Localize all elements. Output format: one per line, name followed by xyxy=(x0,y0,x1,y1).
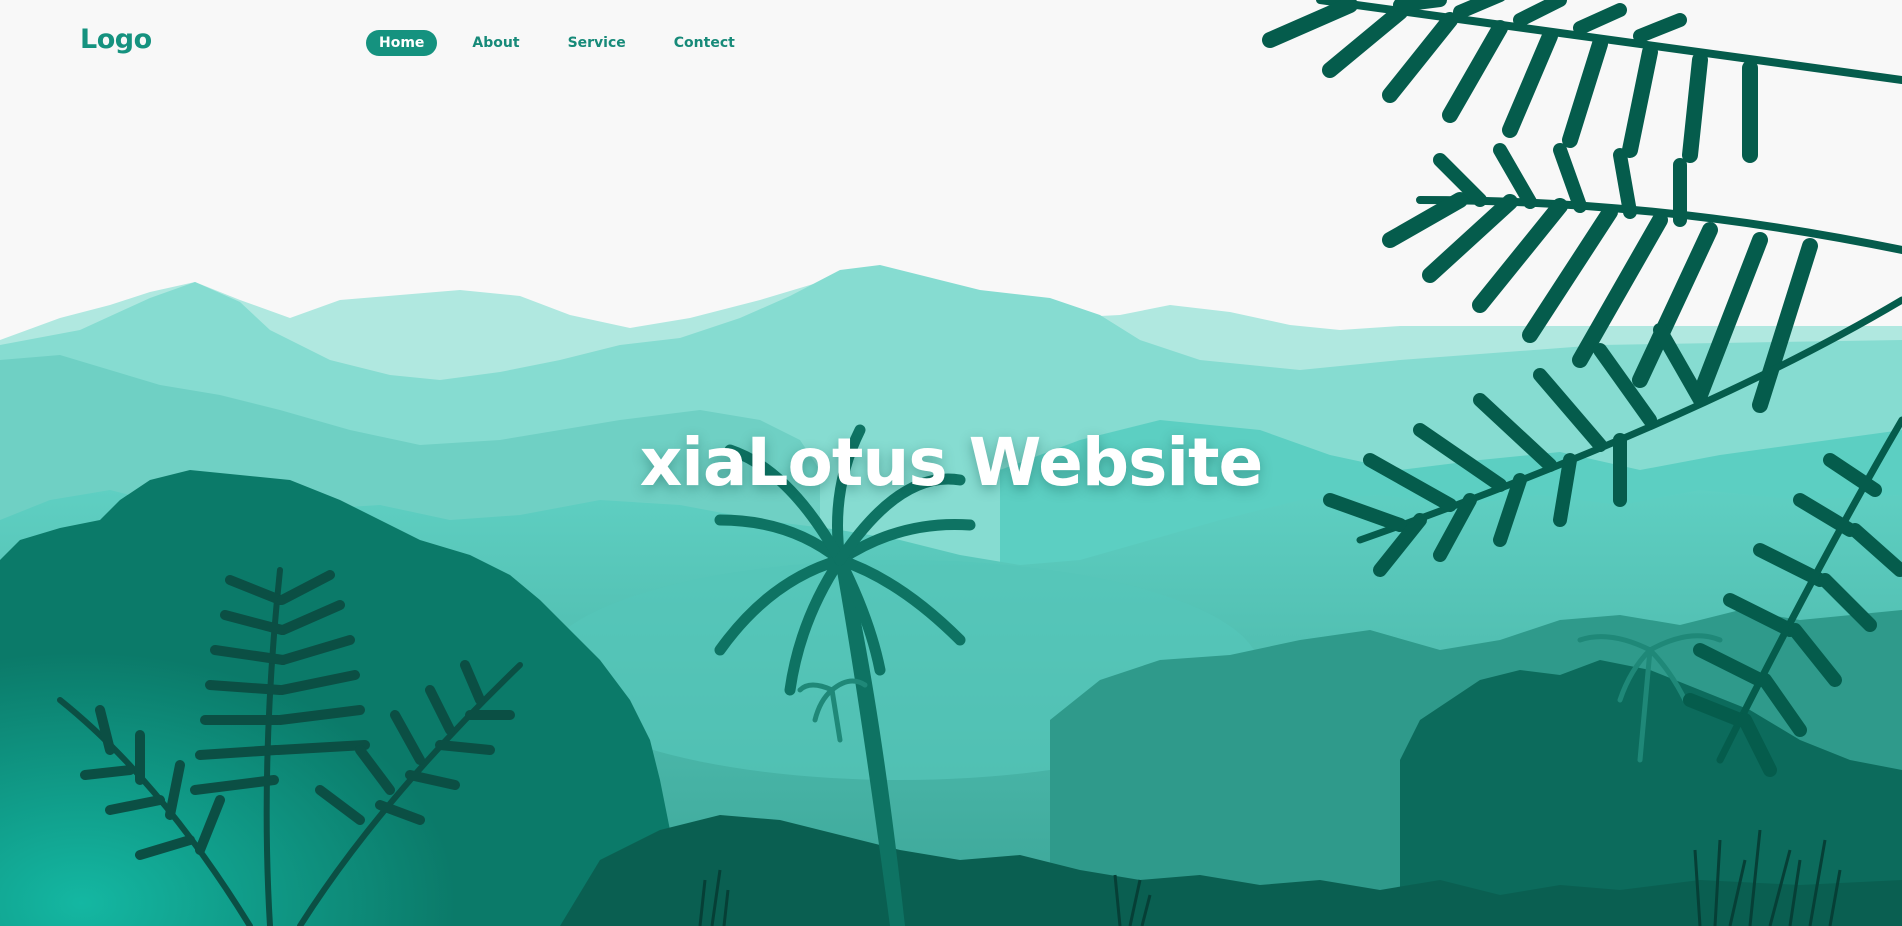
site-logo[interactable]: Logo xyxy=(80,24,152,55)
nav-item-home[interactable]: Home xyxy=(366,30,438,56)
nav-item-about[interactable]: About xyxy=(459,30,532,56)
hero-title: xiaLotus Website xyxy=(639,424,1264,501)
nav-item-contect[interactable]: Contect xyxy=(661,30,748,56)
main-nav: Home About Service Contect xyxy=(366,30,760,56)
site-header: Logo Home About Service Contect xyxy=(0,0,1902,86)
nav-item-service[interactable]: Service xyxy=(555,30,639,56)
